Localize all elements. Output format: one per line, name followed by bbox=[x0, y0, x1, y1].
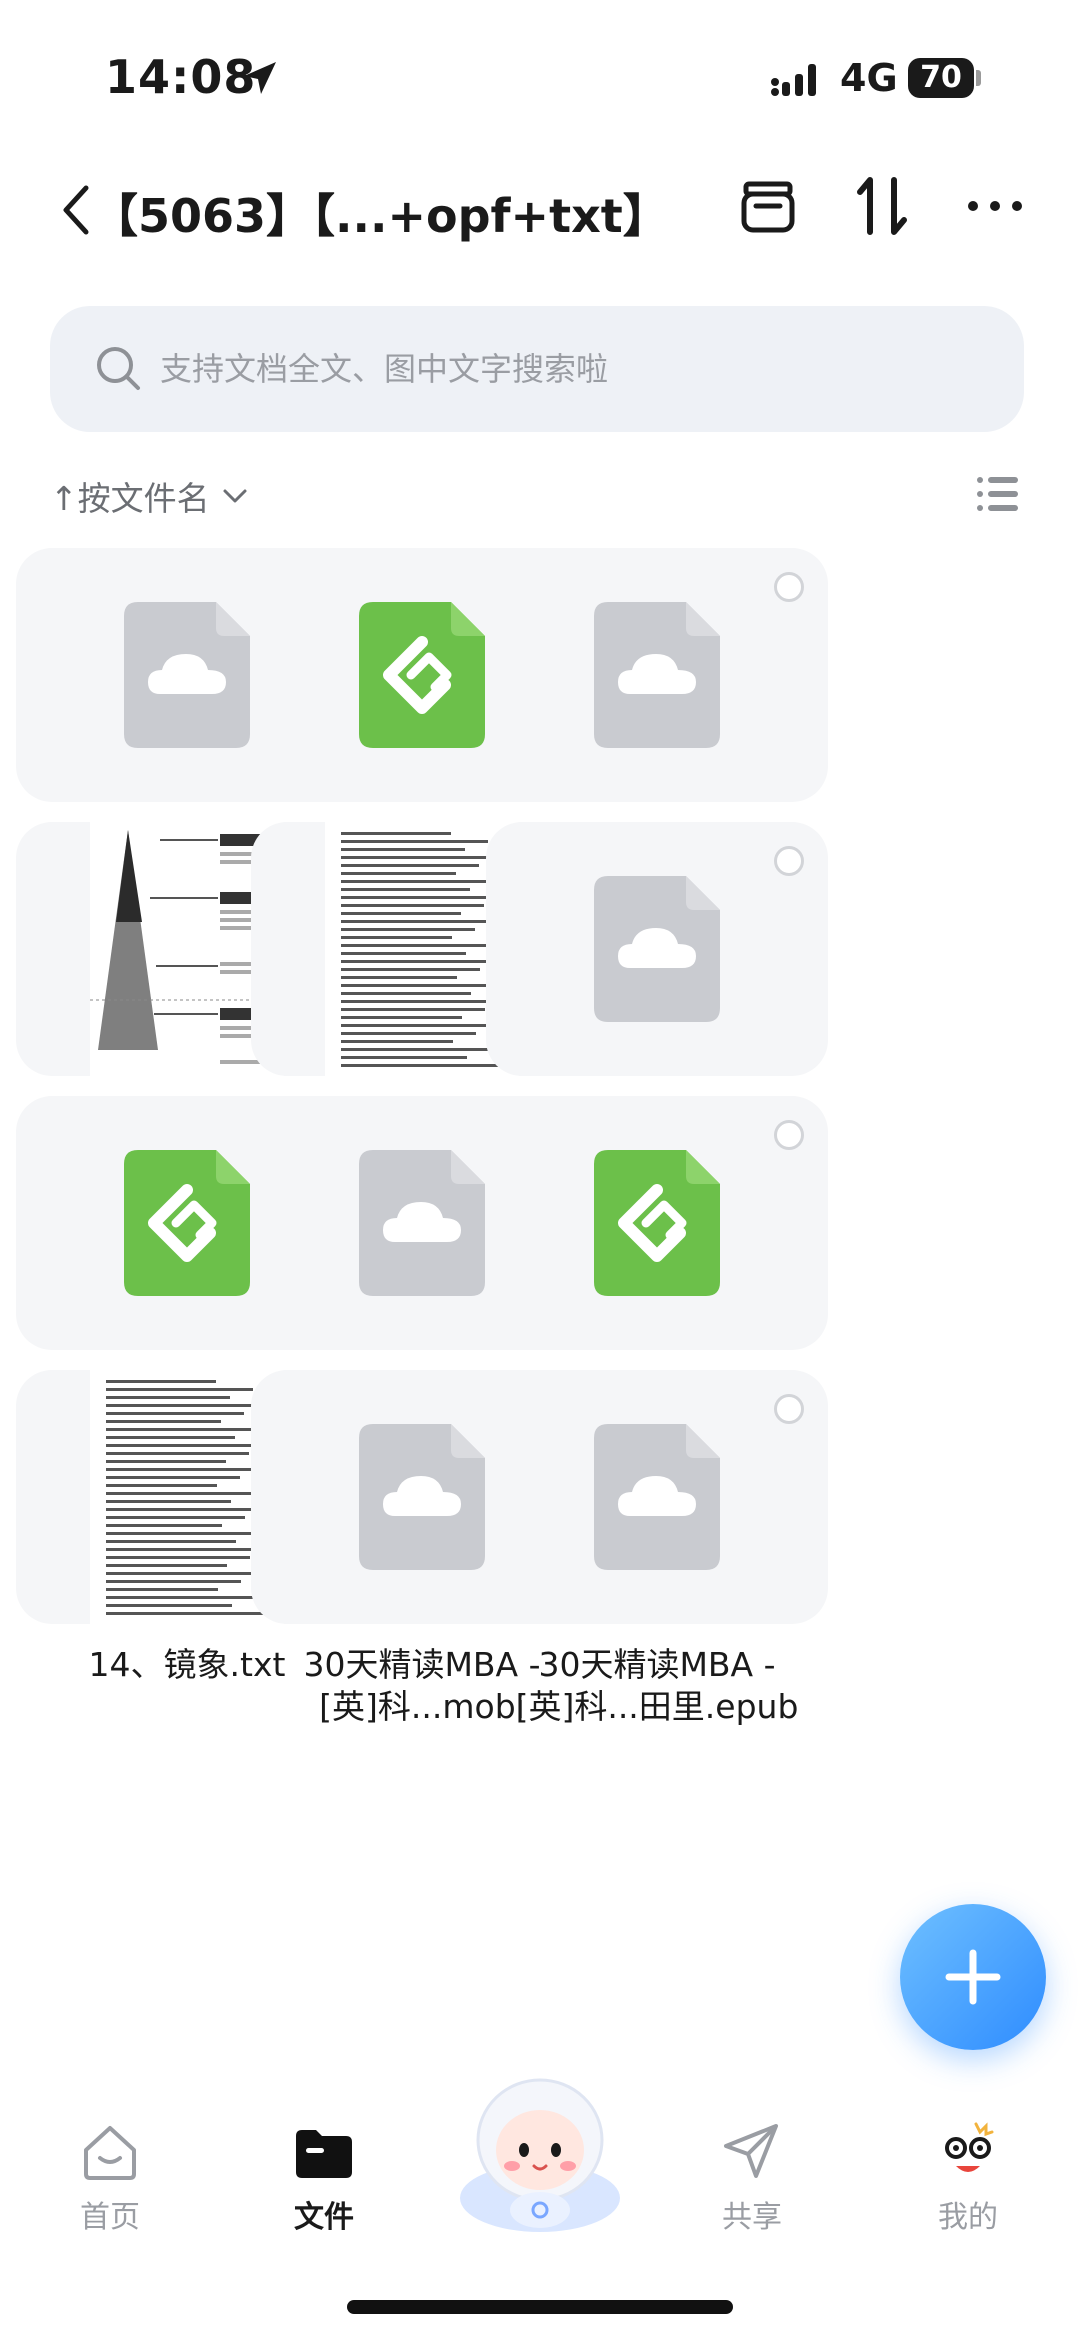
file-item[interactable]: 13小王子.epub bbox=[486, 1096, 828, 1412]
plus-icon bbox=[945, 1949, 1001, 2005]
sort-selector[interactable]: ↑按文件名 bbox=[50, 468, 250, 524]
battery-indicator: 70 bbox=[908, 58, 974, 98]
tab-home[interactable]: 首页 bbox=[40, 2120, 180, 2236]
search-icon bbox=[97, 347, 140, 390]
select-checkbox[interactable] bbox=[774, 846, 804, 876]
add-button[interactable] bbox=[900, 1904, 1046, 2050]
location-arrow-icon bbox=[244, 62, 276, 94]
home-indicator bbox=[347, 2300, 733, 2314]
tab-home-label: 首页 bbox=[80, 2200, 140, 2235]
back-chevron-icon[interactable] bbox=[58, 180, 94, 240]
cloud-file-icon bbox=[594, 876, 720, 1022]
status-time: 14:08 bbox=[105, 50, 257, 104]
sort-label: ↑按文件名 bbox=[50, 479, 210, 518]
chevron-down-icon bbox=[223, 489, 247, 503]
cloud-file-icon bbox=[359, 1424, 485, 1570]
tab-profile-label: 我的 bbox=[938, 2200, 998, 2235]
file-thumbnail[interactable] bbox=[486, 822, 828, 1076]
file-thumbnail[interactable] bbox=[486, 1370, 828, 1624]
tab-profile[interactable]: 我的 bbox=[898, 2120, 1038, 2236]
network-label: 4G bbox=[840, 56, 898, 100]
epub-file-icon bbox=[124, 1150, 250, 1296]
home-icon bbox=[84, 2126, 136, 2180]
battery-tip bbox=[976, 70, 981, 86]
file-item[interactable]: 13+1体系.azw3 bbox=[486, 822, 828, 1138]
epub-file-icon bbox=[359, 602, 485, 748]
folder-icon bbox=[296, 2130, 352, 2178]
folder-title: 【5063】【...+opf+txt】 bbox=[92, 189, 669, 243]
tab-files-label: 文件 bbox=[294, 2200, 354, 2235]
tab-share[interactable]: 共享 bbox=[682, 2120, 822, 2236]
select-checkbox[interactable] bbox=[774, 1394, 804, 1424]
share-icon bbox=[724, 2124, 778, 2178]
status-bar: 14:08 4G 70 bbox=[0, 0, 1080, 150]
header: 【5063】【...+opf+txt】 bbox=[0, 160, 1080, 260]
cloud-file-icon bbox=[594, 1424, 720, 1570]
select-checkbox[interactable] bbox=[774, 1120, 804, 1150]
tab-share-label: 共享 bbox=[722, 2200, 782, 2235]
search-bar[interactable] bbox=[50, 306, 1024, 432]
file-thumbnail[interactable] bbox=[486, 1096, 828, 1350]
tab-files[interactable]: 文件 bbox=[254, 2120, 394, 2236]
file-name: 30天精读MBA - [英]科...田里.epub bbox=[486, 1644, 828, 1728]
file-item[interactable]: 30天精读MBA - [英]科...田里.epub bbox=[486, 1370, 828, 1728]
sort-arrows-icon[interactable] bbox=[856, 174, 908, 238]
cloud-file-icon bbox=[359, 1150, 485, 1296]
search-input[interactable] bbox=[160, 334, 980, 404]
cloud-file-icon bbox=[124, 602, 250, 748]
file-name-line1: 30天精读MBA - bbox=[538, 1645, 776, 1684]
cellular-signal-icon bbox=[771, 64, 816, 96]
file-thumbnail[interactable] bbox=[486, 548, 828, 802]
assistant-mascot-button[interactable] bbox=[448, 2070, 632, 2240]
cloud-file-icon bbox=[594, 602, 720, 748]
list-view-icon[interactable] bbox=[976, 474, 1018, 514]
profile-icon bbox=[945, 2122, 994, 2172]
select-checkbox[interactable] bbox=[774, 572, 804, 602]
epub-file-icon bbox=[594, 1150, 720, 1296]
archive-box-icon[interactable] bbox=[740, 178, 796, 234]
more-options-icon[interactable] bbox=[965, 182, 1025, 230]
file-name-line2: [英]科...田里.epub bbox=[515, 1687, 799, 1726]
